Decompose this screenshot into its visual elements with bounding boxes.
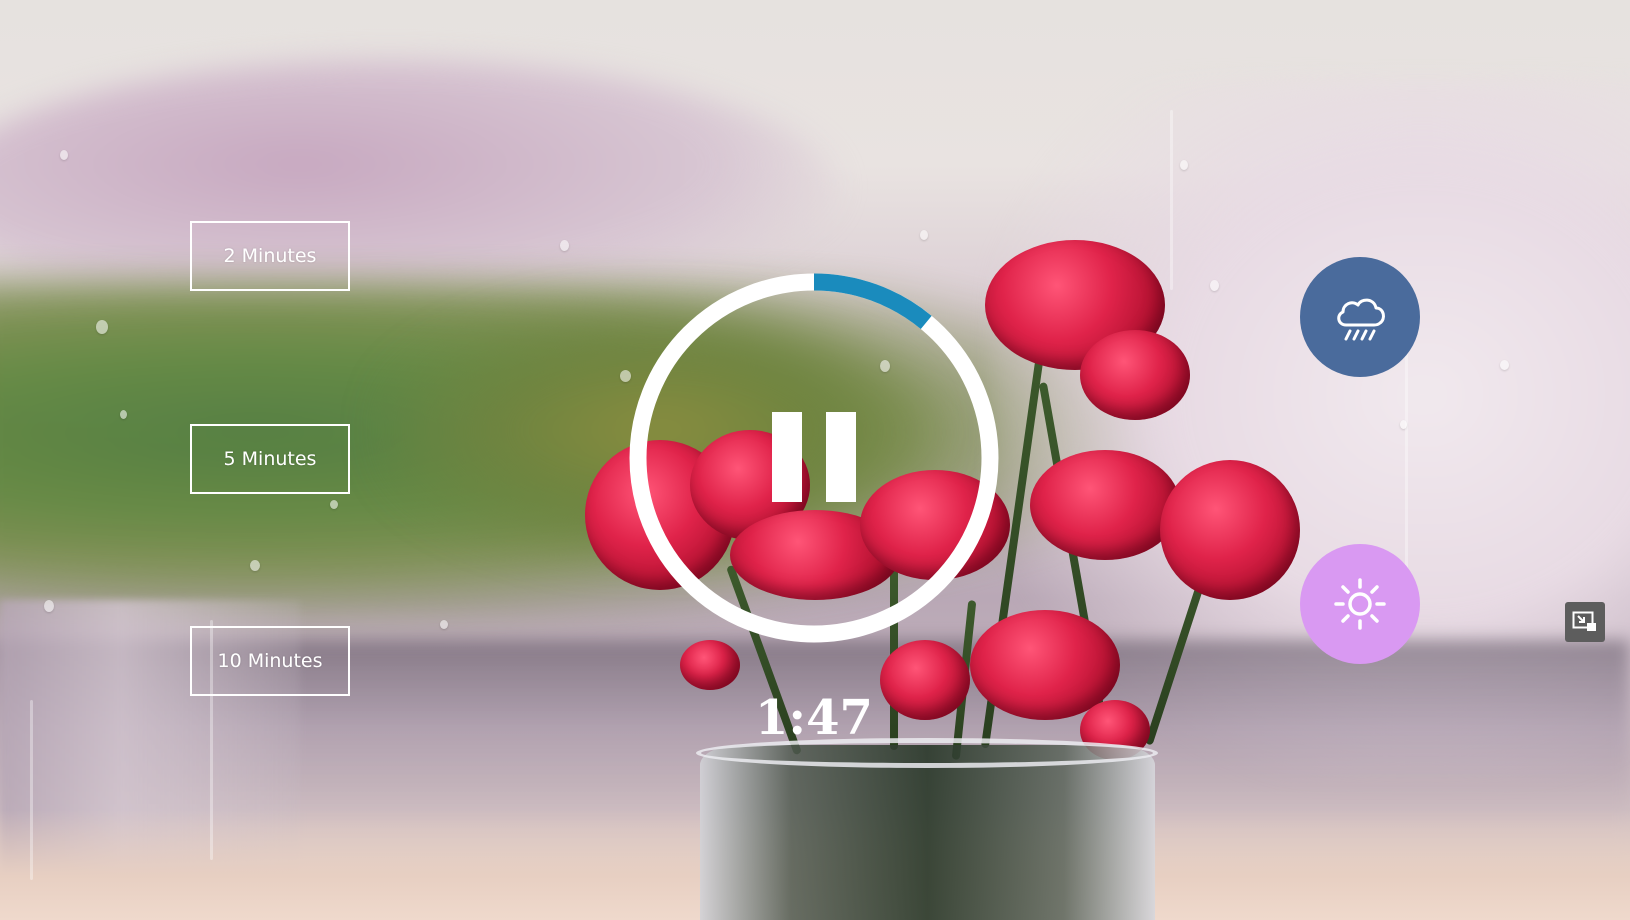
- timer-remaining: 1:47: [755, 690, 873, 746]
- duration-5-minutes-button[interactable]: 5 Minutes: [190, 424, 350, 494]
- duration-2-minutes-button[interactable]: 2 Minutes: [190, 221, 350, 291]
- sun-icon: [1334, 578, 1386, 630]
- sun-mode-button[interactable]: [1300, 544, 1420, 664]
- rain-mode-button[interactable]: [1300, 257, 1420, 377]
- pause-button[interactable]: [764, 412, 864, 508]
- duration-10-minutes-button[interactable]: 10 Minutes: [190, 626, 350, 696]
- picture-in-picture-button[interactable]: [1565, 602, 1605, 642]
- cloud-rain-icon: [1337, 298, 1385, 341]
- picture-in-picture-icon: [1572, 611, 1596, 631]
